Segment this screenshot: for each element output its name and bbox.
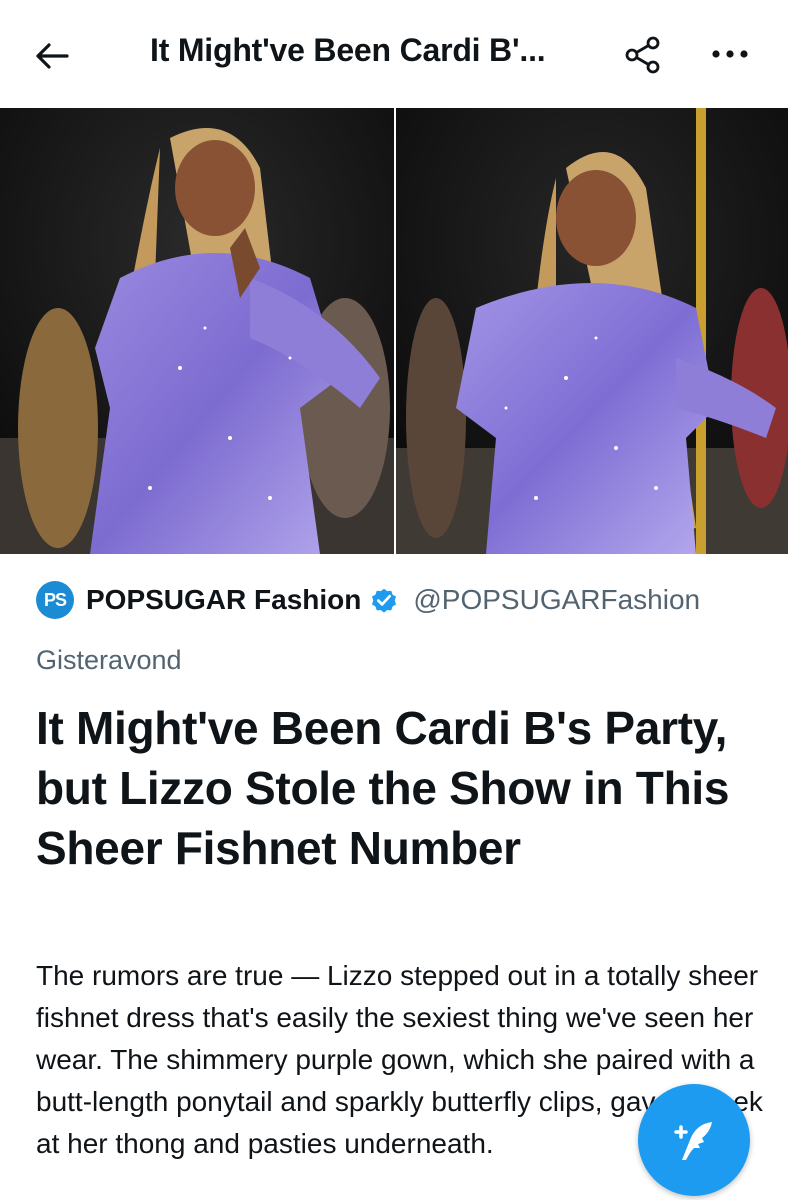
compose-tweet-button[interactable] — [638, 1084, 750, 1196]
more-options-button[interactable] — [700, 34, 760, 74]
more-horizontal-icon — [712, 50, 748, 58]
share-icon — [625, 36, 660, 74]
article-photo-right[interactable] — [396, 108, 788, 554]
source-handle[interactable]: @POPSUGARFashion — [413, 584, 700, 616]
article-photo-left[interactable] — [0, 108, 394, 554]
article-headline: It Might've Been Cardi B's Party, but Li… — [36, 702, 730, 874]
arrow-left-icon — [36, 43, 69, 69]
top-bar: It Might've Been Cardi B'... — [0, 0, 788, 108]
verified-badge-icon — [372, 588, 397, 613]
article-media[interactable] — [0, 108, 788, 554]
source-logo[interactable]: PS — [36, 581, 74, 619]
page-title: It Might've Been Cardi B'... — [150, 32, 546, 68]
compose-tweet-icon — [674, 1122, 712, 1160]
source-name[interactable]: POPSUGAR Fashion — [86, 584, 361, 616]
share-button[interactable] — [620, 32, 666, 78]
post-time: Gisteravond — [36, 645, 182, 675]
back-button[interactable] — [30, 36, 74, 76]
source-row[interactable]: PS POPSUGAR Fashion @POPSUGARFashion — [36, 580, 700, 620]
